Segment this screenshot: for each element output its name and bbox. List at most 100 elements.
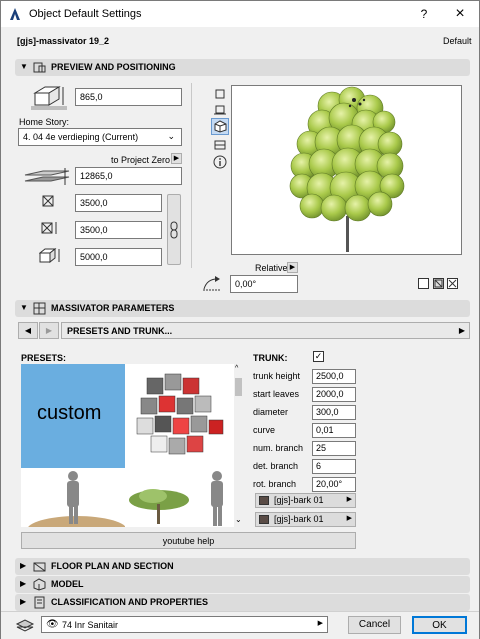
- rotation-angle-icon: [203, 276, 221, 291]
- tree-preview-image: [289, 86, 405, 252]
- section-view-icon[interactable]: [213, 138, 227, 152]
- mirror-none-checkbox[interactable]: [418, 278, 429, 289]
- panel-divider: [191, 83, 192, 268]
- trunk-param-field[interactable]: 300,0: [312, 405, 356, 420]
- trunk-param-field[interactable]: 25: [312, 441, 356, 456]
- close-button[interactable]: ×: [441, 1, 479, 27]
- trunk-param-field[interactable]: 0,01: [312, 423, 356, 438]
- trunk-param-label: trunk height: [253, 371, 301, 381]
- prev-page-button[interactable]: ◀: [18, 322, 38, 339]
- expand-arrow-icon: ▶: [20, 561, 27, 570]
- classification-list-icon: [34, 596, 45, 609]
- collapse-arrow-icon: ▼: [20, 303, 28, 312]
- section-title: CLASSIFICATION AND PROPERTIES: [51, 597, 209, 607]
- trunk-param-field[interactable]: 6: [312, 459, 356, 474]
- section-floor-plan-and-section[interactable]: ▶ FLOOR PLAN AND SECTION: [15, 558, 470, 575]
- x-size-field[interactable]: 3500,0: [75, 194, 162, 212]
- page-arrow-icon: ▶: [458, 326, 465, 335]
- scroll-down-icon[interactable]: ⌄: [235, 515, 242, 524]
- scroll-thumb[interactable]: [235, 378, 242, 396]
- help-button[interactable]: ?: [405, 1, 443, 27]
- section-classification-properties[interactable]: ▶ CLASSIFICATION AND PROPERTIES: [15, 594, 470, 611]
- floor-plan-icon: [33, 562, 46, 572]
- scroll-up-icon[interactable]: ^: [235, 365, 238, 372]
- home-story-label: Home Story:: [19, 117, 70, 127]
- z-size-field[interactable]: 5000,0: [75, 248, 162, 266]
- expand-arrow-icon: ▶: [20, 579, 27, 588]
- 3d-view-toggle[interactable]: [211, 118, 229, 135]
- trunk-param-label: diameter: [253, 407, 289, 417]
- y-size-field[interactable]: 3500,0: [75, 221, 162, 239]
- 3d-cube-icon: [214, 120, 227, 133]
- preview-positioning-icon: [33, 62, 46, 73]
- material-arrow-icon: ▶: [346, 515, 352, 522]
- ok-button[interactable]: OK: [412, 616, 467, 634]
- elevation-field[interactable]: 865,0: [75, 88, 182, 106]
- trunk-checkbox[interactable]: ✓: [313, 351, 324, 362]
- trunk-param-field[interactable]: 20,00°: [312, 477, 356, 492]
- trunk-param-label: start leaves: [253, 389, 300, 399]
- trunk-material-1[interactable]: [gjs]-bark 01 ▶: [255, 493, 356, 508]
- home-story-select[interactable]: 4. 04 4e verdieping (Current) ⌄: [18, 128, 182, 146]
- model-cube-icon: [33, 578, 46, 591]
- presets-label: PRESETS:: [21, 353, 67, 363]
- object-default-settings-window: Object Default Settings ? × [gjs]-massiv…: [0, 0, 480, 639]
- mirror-y-icon: [448, 279, 457, 288]
- youtube-help-button[interactable]: youtube help: [21, 532, 356, 549]
- trunk-param-field[interactable]: 2500,0: [312, 369, 356, 384]
- preset-custom-label: custom: [37, 402, 102, 424]
- project-zero-arrow-button[interactable]: ▶: [171, 153, 182, 164]
- section-title: MODEL: [51, 579, 84, 589]
- presets-scrollbar[interactable]: ^ ⌄: [234, 365, 243, 527]
- plan-view-icon[interactable]: [213, 87, 227, 101]
- elevation-view-icon[interactable]: [213, 103, 227, 117]
- preset-people-tile[interactable]: [21, 470, 125, 527]
- material-name: [gjs]-bark 01: [274, 514, 324, 524]
- trunk-param-label: num. branch: [253, 443, 304, 453]
- preset-cubes-tile[interactable]: [127, 368, 231, 466]
- section-model[interactable]: ▶ MODEL: [15, 576, 470, 593]
- section-title: PREVIEW AND POSITIONING: [51, 62, 176, 72]
- preset-custom-tile[interactable]: custom: [21, 364, 125, 468]
- default-label: Default: [443, 36, 472, 46]
- collapse-arrow-icon: ▼: [20, 62, 28, 71]
- object-header: [gjs]-massivator 19_2 Default: [1, 28, 479, 54]
- mirror-x-icon: [434, 279, 443, 288]
- info-icon[interactable]: [213, 155, 227, 169]
- parameters-icon: [33, 302, 46, 315]
- layer-arrow-icon: ▶: [317, 620, 323, 627]
- mirror-y-toggle[interactable]: [447, 278, 458, 289]
- z-size-icon: [39, 248, 60, 264]
- section-preview-positioning[interactable]: ▼ PREVIEW AND POSITIONING: [15, 59, 470, 76]
- x-size-icon: [42, 195, 54, 207]
- cancel-button[interactable]: Cancel: [348, 616, 401, 634]
- project-zero-field[interactable]: 12865,0: [75, 167, 182, 185]
- section-massivator-parameters[interactable]: ▼ MASSIVATOR PARAMETERS: [15, 300, 470, 317]
- chain-link-icon: [170, 221, 178, 239]
- layer-visibility-eye-icon: 👁: [46, 619, 59, 630]
- material-swatch: [259, 496, 269, 505]
- object-name: [gjs]-massivator 19_2: [17, 36, 110, 46]
- layer-name: 74 Inr Sanitair: [62, 620, 119, 630]
- home-story-value: 4. 04 4e verdieping (Current): [23, 132, 139, 142]
- parameter-page-select[interactable]: PRESETS AND TRUNK... ▶: [61, 322, 470, 339]
- relative-arrow-button[interactable]: ▶: [287, 262, 298, 273]
- trunk-material-2[interactable]: [gjs]-bark 01 ▶: [255, 512, 356, 527]
- trunk-param-label: rot. branch: [253, 479, 297, 489]
- preset-tree-tile[interactable]: [127, 470, 231, 527]
- relative-label: Relative: [255, 263, 288, 273]
- next-page-button[interactable]: ▶: [39, 322, 59, 339]
- trunk-param-label: det. branch: [253, 461, 299, 471]
- project-zero-icon: [24, 168, 70, 185]
- trunk-param-field[interactable]: 2000,0: [312, 387, 356, 402]
- proportion-lock-button[interactable]: [167, 194, 181, 265]
- mirror-x-toggle[interactable]: [433, 278, 444, 289]
- presets-gallery: custom: [21, 364, 234, 527]
- rotation-angle-field[interactable]: 0,00°: [230, 275, 298, 293]
- layer-select[interactable]: 👁 74 Inr Sanitair ▶: [41, 616, 328, 633]
- parameter-page-label: PRESETS AND TRUNK...: [67, 326, 173, 336]
- window-title: Object Default Settings: [29, 8, 142, 20]
- archicad-logo-icon: [10, 8, 20, 20]
- object-preview: [231, 85, 462, 255]
- trunk-param-label: curve: [253, 425, 276, 435]
